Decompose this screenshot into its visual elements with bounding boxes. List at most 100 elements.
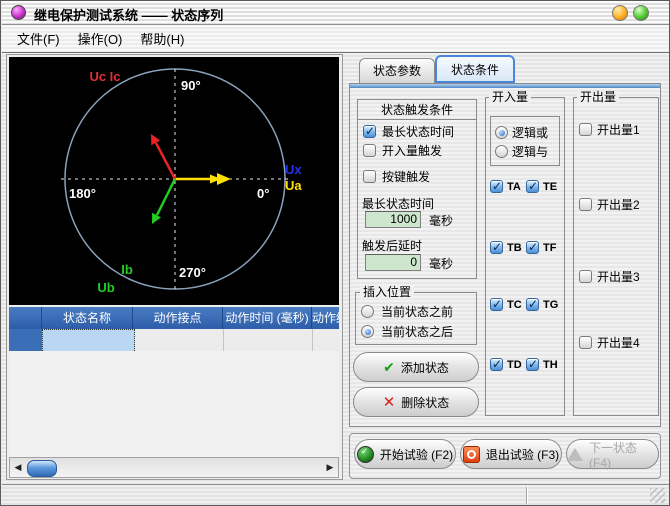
cell-contact[interactable] — [133, 329, 224, 351]
start-test-label: 开始试验 (F2) — [380, 446, 453, 463]
green-check-icon: ✔ — [383, 360, 395, 374]
add-state-button[interactable]: ✔ 添加状态 — [353, 352, 479, 382]
status-bar — [2, 484, 669, 505]
max-time-input[interactable]: 1000 — [365, 211, 421, 228]
input-trigger-checkbox-label: 开入量触发 — [382, 144, 442, 158]
output4-label: 开出量4 — [597, 336, 640, 350]
output4-checkbox[interactable] — [579, 336, 592, 349]
key-trigger-checkbox[interactable] — [363, 170, 376, 183]
close-button[interactable] — [633, 5, 649, 21]
input-trigger-checkbox[interactable] — [363, 144, 376, 157]
delete-state-button-label: 删除状态 — [401, 394, 449, 411]
table-header-time: 动作时间 (毫秒) — [223, 307, 312, 329]
cell-result[interactable] — [312, 329, 339, 351]
minimize-button[interactable] — [612, 5, 628, 21]
title-bar: 继电保护测试系统 —— 状态序列 — [2, 1, 669, 25]
insert-after-label: 当前状态之后 — [381, 325, 453, 339]
tab-state-params[interactable]: 状态参数 — [359, 58, 435, 83]
start-icon — [357, 446, 374, 463]
ta-label: TA — [507, 180, 521, 194]
table-row — [9, 329, 339, 351]
phasor-diagram: Uc Ic 90° 180° 0° 270° Ux Ua Ib Ub — [9, 57, 339, 305]
start-test-button[interactable]: 开始试验 (F2) — [354, 439, 456, 469]
binary-output-title: 开出量 — [577, 91, 619, 104]
phasor-label-ub: Ub — [97, 280, 114, 295]
scroll-left-icon[interactable]: ◀ — [10, 458, 26, 477]
logic-or-radio[interactable] — [495, 126, 508, 139]
th-checkbox[interactable] — [526, 358, 539, 371]
add-state-button-label: 添加状态 — [401, 359, 449, 376]
status-bar-divider — [526, 487, 527, 504]
phasor-angle-270: 270° — [179, 265, 206, 280]
vector-ubib — [157, 179, 175, 215]
tg-checkbox[interactable] — [526, 298, 539, 311]
max-state-time-checkbox[interactable] — [363, 125, 376, 138]
cell-time[interactable] — [223, 329, 313, 351]
phasor-label-ux: Ux — [285, 162, 302, 177]
row-header-cell[interactable] — [9, 329, 43, 351]
output1-label: 开出量1 — [597, 123, 640, 137]
horizontal-scrollbar[interactable]: ◀ ▶ — [9, 457, 339, 478]
ta-checkbox[interactable] — [490, 180, 503, 193]
logic-or-label: 逻辑或 — [512, 126, 548, 140]
next-state-icon — [567, 448, 583, 461]
insert-after-radio[interactable] — [361, 325, 374, 338]
tb-label: TB — [507, 241, 522, 255]
binary-output-box — [573, 97, 659, 416]
phasor-angle-0: 0° — [257, 186, 269, 201]
max-time-field-label: 最长状态时间 — [362, 197, 434, 211]
delay-field-label: 触发后延时 — [362, 239, 422, 253]
exit-test-button[interactable]: 退出试验 (F3) — [460, 439, 562, 469]
te-checkbox[interactable] — [526, 180, 539, 193]
phasor-angle-90: 90° — [181, 78, 201, 93]
output3-checkbox[interactable] — [579, 270, 592, 283]
phasor-angle-180: 180° — [69, 186, 96, 201]
window-title: 继电保护测试系统 —— 状态序列 — [34, 5, 223, 24]
delete-state-button[interactable]: ✕ 删除状态 — [353, 387, 479, 417]
insert-group-title: 插入位置 — [360, 286, 414, 299]
scroll-right-icon[interactable]: ▶ — [322, 458, 338, 477]
scrollbar-thumb[interactable] — [27, 460, 57, 477]
th-label: TH — [543, 358, 558, 372]
logic-and-label: 逻辑与 — [512, 145, 548, 159]
phasor-label-ua: Ua — [285, 178, 302, 193]
app-window: 继电保护测试系统 —— 状态序列 文件(F) 操作(O) 帮助(H) Uc Ic — [0, 0, 670, 506]
menu-help[interactable]: 帮助(H) — [131, 26, 193, 51]
delay-input[interactable]: 0 — [365, 254, 421, 271]
phasor-label-ib: Ib — [121, 262, 133, 277]
insert-before-label: 当前状态之前 — [381, 305, 453, 319]
tc-checkbox[interactable] — [490, 298, 503, 311]
output1-checkbox[interactable] — [579, 123, 592, 136]
table-header-result: 动作结果 — [312, 307, 339, 329]
menu-operate[interactable]: 操作(O) — [69, 26, 132, 51]
phasor-label-ucic: Uc Ic — [89, 69, 120, 84]
insert-before-radio[interactable] — [361, 305, 374, 318]
next-state-button: 下一状态 (F4) — [566, 439, 659, 469]
tf-checkbox[interactable] — [526, 241, 539, 254]
output2-checkbox[interactable] — [579, 198, 592, 211]
selected-cell-state-name[interactable] — [42, 329, 135, 351]
tb-checkbox[interactable] — [490, 241, 503, 254]
table-header-row: 状态名称 动作接点 动作时间 (毫秒) 动作结果 — [9, 307, 339, 329]
max-time-unit: 毫秒 — [429, 214, 453, 228]
output3-label: 开出量3 — [597, 270, 640, 284]
red-x-icon: ✕ — [383, 395, 396, 410]
table-empty-area — [9, 351, 339, 457]
logic-and-radio[interactable] — [495, 145, 508, 158]
key-trigger-checkbox-label: 按键触发 — [382, 170, 430, 184]
tg-label: TG — [543, 298, 558, 312]
menu-bar: 文件(F) 操作(O) 帮助(H) — [2, 25, 669, 53]
exit-test-label: 退出试验 (F3) — [486, 446, 559, 463]
next-state-label: 下一状态 (F4) — [589, 439, 658, 470]
table-header-contact: 动作接点 — [133, 307, 223, 329]
tc-label: TC — [507, 298, 522, 312]
td-checkbox[interactable] — [490, 358, 503, 371]
menu-file[interactable]: 文件(F) — [8, 26, 69, 51]
max-state-time-checkbox-label: 最长状态时间 — [382, 125, 454, 139]
tab-state-conditions[interactable]: 状态条件 — [435, 55, 515, 83]
resize-grip[interactable] — [650, 488, 665, 503]
stop-icon — [463, 446, 480, 463]
delay-unit: 毫秒 — [429, 257, 453, 271]
app-icon — [11, 5, 26, 20]
trigger-group-title: 状态触发条件 — [357, 99, 477, 120]
